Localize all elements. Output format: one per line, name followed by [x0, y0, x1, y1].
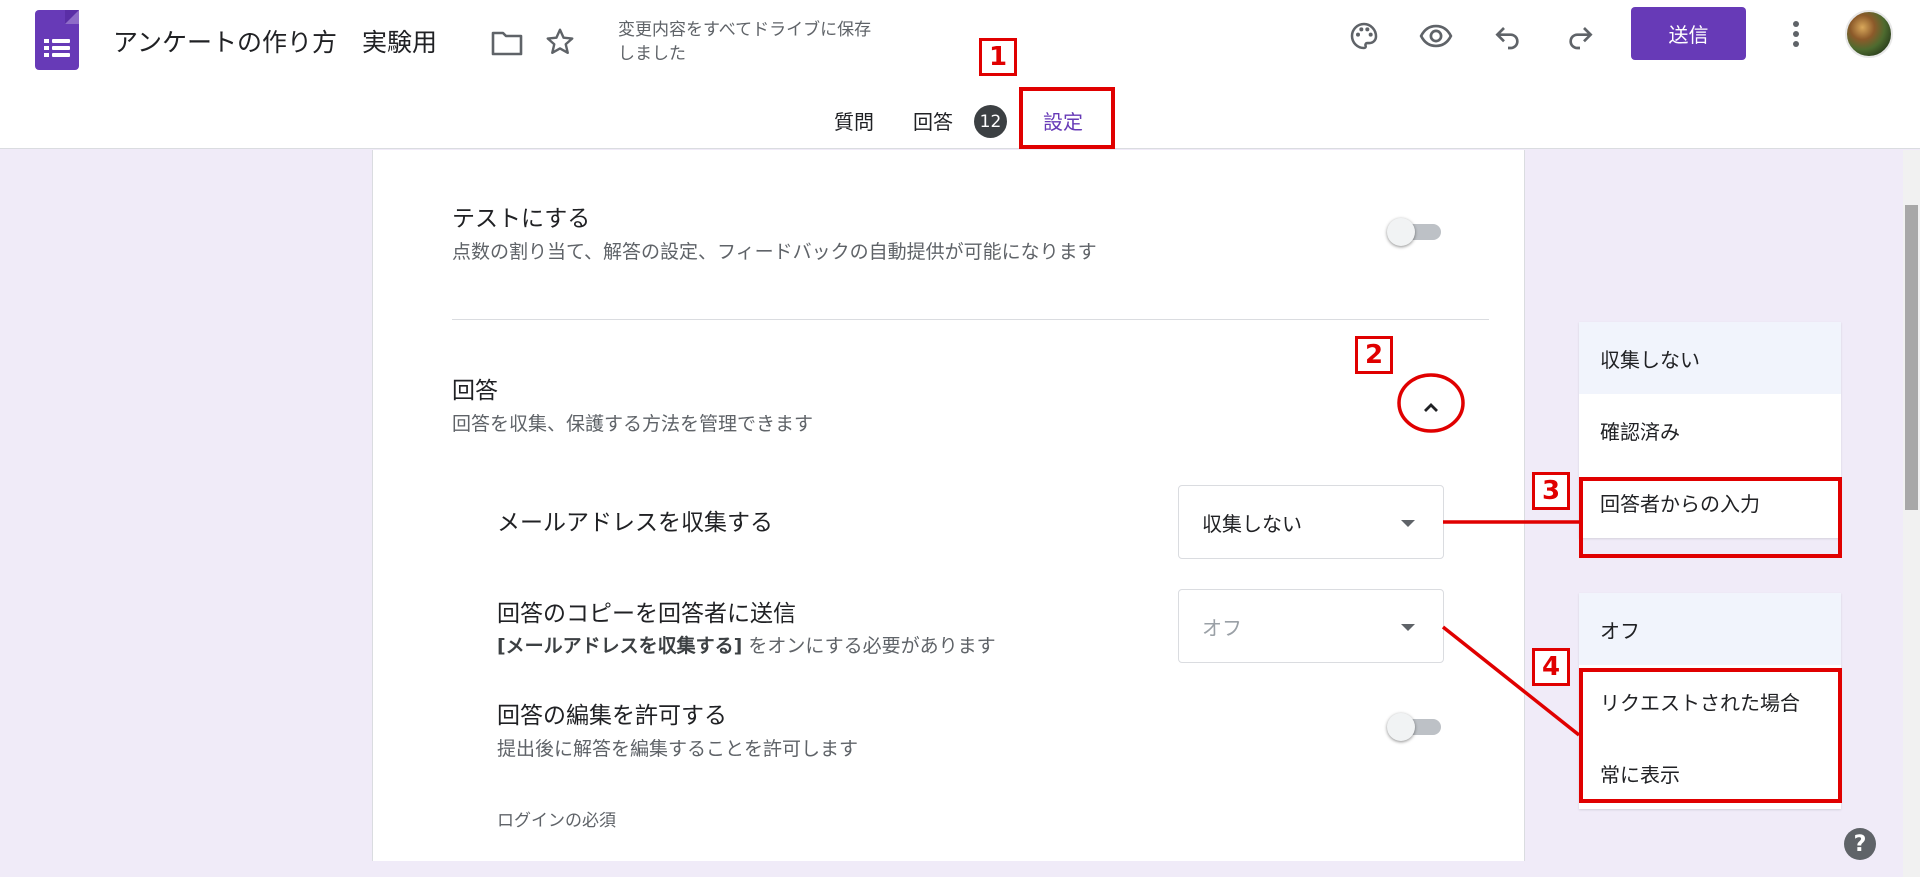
tab-questions[interactable]: 質問 — [834, 106, 874, 135]
option-when-requested[interactable]: リクエストされた場合 — [1579, 665, 1841, 737]
palette-icon[interactable] — [1344, 16, 1384, 56]
dropdown-arrow-icon — [1401, 520, 1415, 527]
document-title[interactable]: アンケートの作り方 実験用 — [113, 23, 437, 59]
redo-icon[interactable] — [1560, 16, 1600, 56]
login-required-label: ログインの必須 — [497, 811, 616, 831]
option-responder-input[interactable]: 回答者からの入力 — [1579, 466, 1841, 538]
allow-edit-toggle[interactable] — [1387, 711, 1445, 743]
chevron-up-icon — [1424, 403, 1438, 412]
send-copy-desc: [メールアドレスを収集する] をオンにする必要があります — [497, 631, 996, 658]
send-copy-label: 回答のコピーを回答者に送信 — [497, 601, 796, 627]
option-do-not-collect[interactable]: 収集しない — [1579, 322, 1841, 394]
help-icon[interactable]: ? — [1844, 828, 1876, 860]
send-copy-dropdown[interactable]: オフ — [1178, 589, 1444, 663]
dropdown-arrow-icon — [1401, 624, 1415, 631]
responses-section-desc: 回答を収集、保護する方法を管理できます — [452, 413, 814, 435]
save-status: 変更内容をすべてドライブに保存しました — [618, 20, 872, 64]
send-copy-desc-bold: [メールアドレスを収集する] — [497, 635, 743, 657]
collect-email-label: メールアドレスを収集する — [497, 510, 773, 536]
collect-email-value: 収集しない — [1202, 512, 1302, 536]
quiz-setting-title: テストにする — [452, 206, 591, 232]
scrollbar-thumb[interactable] — [1905, 205, 1918, 510]
collect-email-options-menu: 収集しない 確認済み 回答者からの入力 — [1579, 322, 1841, 538]
allow-edit-desc: 提出後に解答を編集することを許可します — [497, 738, 859, 760]
responses-section-title: 回答 — [452, 378, 498, 404]
allow-edit-label: 回答の編集を許可する — [497, 703, 727, 729]
send-copy-options-menu: オフ リクエストされた場合 常に表示 — [1579, 593, 1841, 809]
forms-logo-icon[interactable] — [35, 10, 79, 70]
annotation-number-4: 4 — [1532, 648, 1570, 686]
tab-settings[interactable]: 設定 — [1043, 106, 1083, 135]
star-icon[interactable] — [542, 24, 578, 60]
option-off[interactable]: オフ — [1579, 593, 1841, 665]
option-verified[interactable]: 確認済み — [1579, 394, 1841, 466]
send-button[interactable]: 送信 — [1631, 7, 1746, 60]
option-always[interactable]: 常に表示 — [1579, 737, 1841, 809]
quiz-setting-desc: 点数の割り当て、解答の設定、フィードバックの自動提供が可能になります — [452, 241, 1097, 263]
quiz-toggle[interactable] — [1387, 216, 1445, 248]
send-copy-desc-rest: をオンにする必要があります — [742, 635, 996, 657]
collapse-chevron-button[interactable] — [1407, 384, 1455, 432]
annotation-number-3: 3 — [1532, 472, 1570, 510]
responses-count-badge: 12 — [974, 105, 1007, 138]
annotation-number-2: 2 — [1355, 336, 1393, 374]
folder-icon[interactable] — [489, 25, 525, 61]
eye-icon[interactable] — [1416, 16, 1456, 56]
more-vert-icon[interactable] — [1778, 14, 1814, 54]
send-copy-value: オフ — [1202, 616, 1242, 640]
avatar[interactable] — [1845, 10, 1893, 58]
annotation-number-1: 1 — [979, 38, 1017, 76]
tab-responses[interactable]: 回答 — [913, 106, 953, 135]
section-divider — [452, 319, 1489, 320]
undo-icon[interactable] — [1488, 16, 1528, 56]
top-bar: アンケートの作り方 実験用 変更内容をすべてドライブに保存しました 送信 質問 … — [0, 0, 1920, 149]
collect-email-dropdown[interactable]: 収集しない — [1178, 485, 1444, 559]
